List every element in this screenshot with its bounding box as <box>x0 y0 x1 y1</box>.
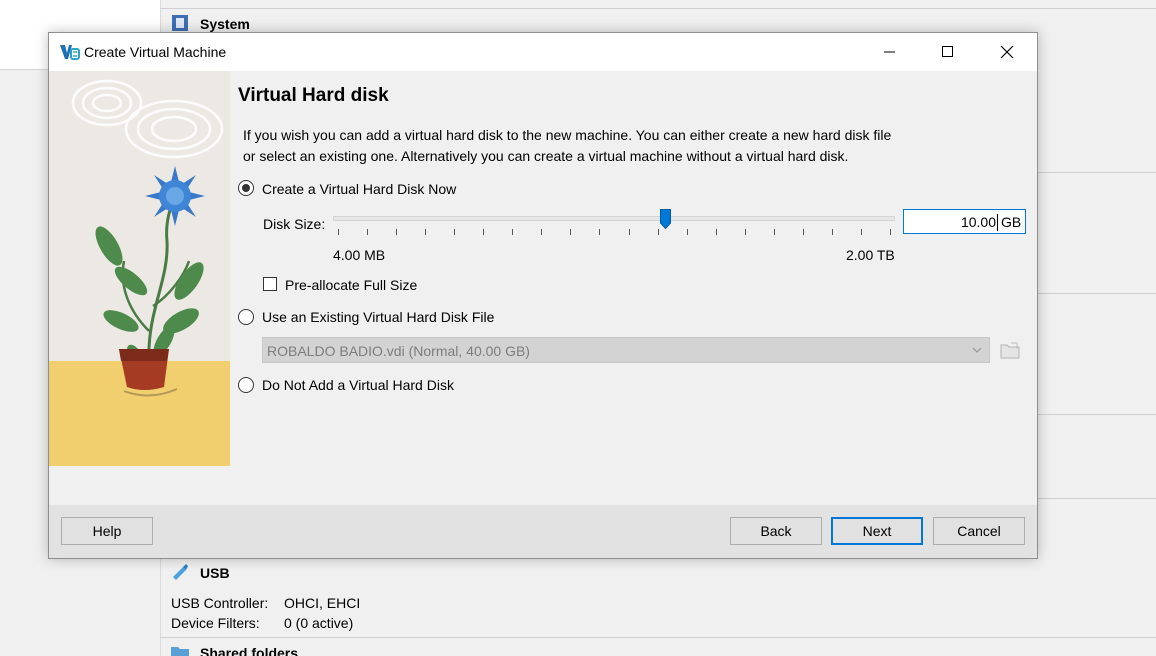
slider-tick <box>773 229 775 235</box>
use-existing-disk-label[interactable]: Use an Existing Virtual Hard Disk File <box>262 309 494 325</box>
usb-icon <box>173 564 188 580</box>
dialog-footer: Help Back Next Cancel <box>49 505 1037 558</box>
slider-tick <box>367 229 369 235</box>
chevron-down-icon <box>972 347 982 353</box>
slider-tick <box>396 229 398 235</box>
slider-tick <box>338 229 339 235</box>
disk-size-value: 10.00 <box>960 214 996 230</box>
slider-max-label: 2.00 TB <box>846 247 895 263</box>
shared-folders-section-title[interactable]: Shared folders <box>200 645 298 656</box>
virtualbox-icon <box>60 45 80 60</box>
slider-tick <box>425 229 427 235</box>
slider-tick <box>541 229 543 235</box>
preallocate-checkbox[interactable] <box>263 277 277 291</box>
slider-tick <box>657 229 659 235</box>
use-existing-disk-radio[interactable] <box>238 309 254 325</box>
details-separator <box>160 637 1156 638</box>
page-description: If you wish you can add a virtual hard d… <box>243 125 963 167</box>
page-title: Virtual Hard disk <box>238 85 389 106</box>
maximize-icon <box>942 46 953 57</box>
disk-size-input[interactable]: 10.00 GB <box>903 209 1026 234</box>
description-line: or select an existing one. Alternatively… <box>243 148 849 164</box>
slider-tick <box>512 229 514 235</box>
create-vm-dialog: Create Virtual Machine Virtual Hard disk… <box>48 32 1038 559</box>
slider-tick <box>570 229 572 235</box>
details-separator <box>1037 293 1156 294</box>
system-section-title[interactable]: System <box>200 16 250 32</box>
maximize-button[interactable] <box>919 33 977 71</box>
create-disk-now-radio[interactable] <box>238 180 254 196</box>
slider-tick <box>599 229 601 235</box>
slider-tick <box>890 229 891 235</box>
usb-controller-value: OHCI, EHCI <box>284 595 361 611</box>
details-separator <box>1037 414 1156 415</box>
details-separator <box>1037 498 1156 499</box>
cancel-button[interactable]: Cancel <box>933 517 1025 545</box>
disk-size-slider-thumb[interactable] <box>659 209 671 229</box>
slider-tick <box>715 229 717 235</box>
device-filters-value: 0 (0 active) <box>284 615 354 631</box>
close-icon <box>1000 45 1014 59</box>
back-button[interactable]: Back <box>730 517 822 545</box>
do-not-add-disk-label[interactable]: Do Not Add a Virtual Hard Disk <box>262 377 454 393</box>
close-button[interactable] <box>978 33 1036 71</box>
do-not-add-disk-radio[interactable] <box>238 377 254 393</box>
existing-disk-select-value: ROBALDO BADIO.vdi (Normal, 40.00 GB) <box>267 343 530 359</box>
help-button[interactable]: Help <box>61 517 153 545</box>
flower-pot-illustration <box>49 79 230 466</box>
system-chip-icon <box>172 15 188 31</box>
choose-disk-folder-icon[interactable] <box>999 339 1021 361</box>
disk-size-unit: GB <box>1001 214 1022 230</box>
device-filters-row: Device Filters: 0 (0 active) <box>171 615 353 631</box>
slider-tick <box>686 229 688 235</box>
slider-tick <box>802 229 804 235</box>
existing-disk-select[interactable]: ROBALDO BADIO.vdi (Normal, 40.00 GB) <box>262 337 990 363</box>
dialog-titlebar[interactable]: Create Virtual Machine <box>49 33 1037 71</box>
slider-tick <box>831 229 833 235</box>
disk-size-label: Disk Size: <box>263 216 326 232</box>
dialog-title: Create Virtual Machine <box>84 44 227 60</box>
slider-tick <box>860 229 862 235</box>
create-disk-now-label[interactable]: Create a Virtual Hard Disk Now <box>262 181 456 197</box>
shared-folder-icon <box>171 647 189 656</box>
text-caret <box>997 214 998 231</box>
slider-tick <box>483 229 485 235</box>
minimize-icon <box>884 51 895 53</box>
slider-min-label: 4.00 MB <box>333 247 386 263</box>
slider-tick <box>454 229 456 235</box>
description-line: If you wish you can add a virtual hard d… <box>243 127 892 143</box>
preallocate-label[interactable]: Pre-allocate Full Size <box>285 277 417 293</box>
details-separator <box>160 8 1156 9</box>
device-filters-key: Device Filters: <box>171 615 260 631</box>
details-separator <box>1037 172 1156 173</box>
wizard-side-image <box>49 71 230 466</box>
minimize-button[interactable] <box>861 33 919 71</box>
usb-section-title[interactable]: USB <box>200 565 230 581</box>
disk-size-slider-track[interactable] <box>333 216 895 221</box>
slider-tick <box>744 229 746 235</box>
usb-controller-row: USB Controller: OHCI, EHCI <box>171 595 360 611</box>
usb-controller-key: USB Controller: <box>171 595 269 611</box>
next-button[interactable]: Next <box>831 517 923 545</box>
slider-tick <box>628 229 630 235</box>
